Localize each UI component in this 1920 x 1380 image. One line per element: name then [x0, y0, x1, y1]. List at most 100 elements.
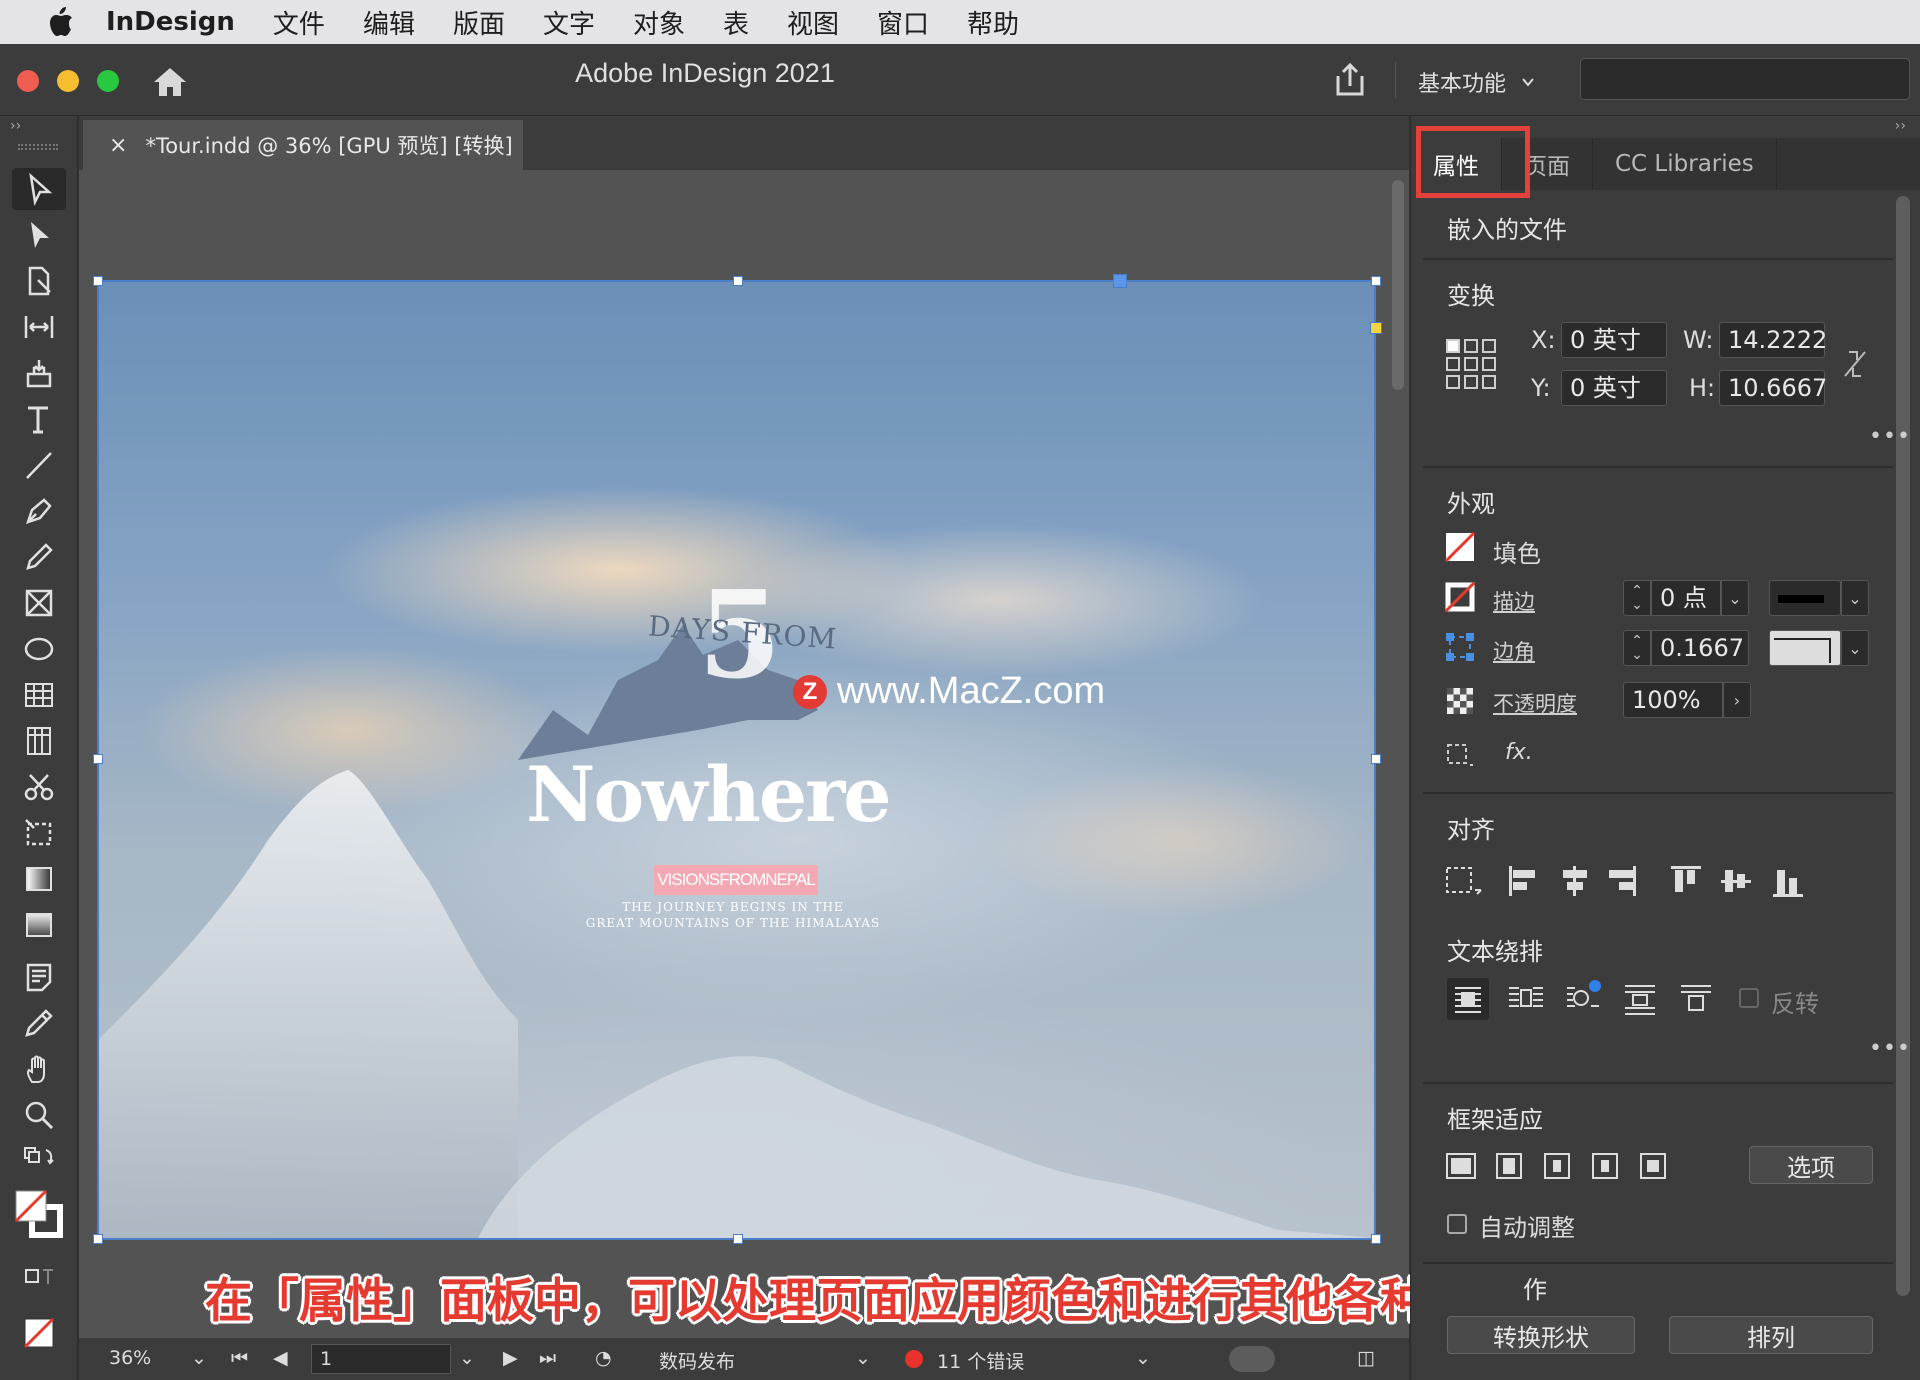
grid-tool[interactable]: [12, 720, 66, 762]
no-text-wrap-button[interactable]: [1447, 978, 1489, 1020]
width-field[interactable]: 14.2222: [1719, 322, 1827, 358]
direct-selection-tool[interactable]: [12, 214, 66, 256]
fit-content-proportionally-icon[interactable]: [1495, 1146, 1529, 1186]
tab-cc-libraries[interactable]: CC Libraries: [1593, 138, 1777, 190]
menu-window[interactable]: 窗口: [877, 4, 929, 41]
view-mode-none[interactable]: [12, 1312, 66, 1354]
content-grabber[interactable]: [1113, 274, 1127, 288]
reference-point-icon[interactable]: [1445, 338, 1499, 392]
document-tab[interactable]: × *Tour.indd @ 36% [GPU 预览] [转换]: [83, 120, 523, 170]
page-tool[interactable]: [12, 260, 66, 302]
corner-shape-field[interactable]: [1769, 630, 1841, 666]
next-page-icon[interactable]: ▶: [503, 1347, 518, 1369]
fx-effects-button[interactable]: fx.: [1505, 740, 1533, 765]
pen-tool[interactable]: [12, 490, 66, 532]
free-transform-tool[interactable]: [12, 812, 66, 854]
stroke-none-swatch-icon[interactable]: [1445, 582, 1475, 612]
first-page-icon[interactable]: ⏮: [231, 1347, 248, 1369]
handle-top-left[interactable]: [93, 276, 103, 286]
gradient-swatch-tool[interactable]: [12, 858, 66, 900]
invert-wrap-checkbox[interactable]: [1739, 988, 1759, 1008]
type-tool[interactable]: [12, 398, 66, 440]
rectangle-frame-tool[interactable]: [12, 582, 66, 624]
selection-tool[interactable]: [12, 168, 66, 210]
convert-shape-button[interactable]: 转换形状: [1447, 1316, 1635, 1354]
drop-shadow-icon[interactable]: [1445, 740, 1477, 770]
pencil-tool[interactable]: [12, 536, 66, 578]
x-position-field[interactable]: 0 英寸: [1561, 322, 1667, 358]
stroke-weight-stepper[interactable]: ⌃ ⌄: [1623, 580, 1651, 616]
align-to-selection-icon[interactable]: [1445, 860, 1489, 900]
opacity-slider-button[interactable]: ›: [1723, 682, 1751, 718]
table-tool[interactable]: [12, 674, 66, 716]
fit-content-to-frame-icon[interactable]: [1591, 1146, 1625, 1186]
corner-options-icon[interactable]: [1445, 632, 1475, 662]
collapse-panels-icon[interactable]: ››: [1895, 118, 1906, 134]
publish-dropdown-icon[interactable]: ⌄: [855, 1347, 871, 1369]
publish-label[interactable]: 数码发布: [659, 1347, 735, 1374]
handle-middle-left[interactable]: [93, 754, 103, 764]
menu-layout[interactable]: 版面: [453, 4, 505, 41]
workspace-switcher[interactable]: 基本功能: [1418, 66, 1536, 98]
ellipse-tool[interactable]: [12, 628, 66, 670]
height-field[interactable]: 10.6667: [1719, 370, 1827, 406]
preflight-errors[interactable]: 11 个错误: [937, 1347, 1024, 1374]
last-page-icon[interactable]: ⏭: [539, 1347, 556, 1369]
menu-edit[interactable]: 编辑: [363, 4, 415, 41]
document-page-image[interactable]: 5 DAYS FROM Nowhere VISIONSFROMNEPAL THE…: [98, 280, 1376, 1238]
align-horizontal-center-icon[interactable]: [1557, 860, 1593, 900]
errors-dropdown-icon[interactable]: ⌄: [1135, 1347, 1151, 1369]
auto-fit-checkbox[interactable]: [1447, 1214, 1467, 1234]
wrap-around-bounding-box-icon[interactable]: [1505, 978, 1547, 1020]
corner-size-stepper[interactable]: ⌃ ⌄: [1623, 630, 1651, 666]
hand-tool[interactable]: [12, 1048, 66, 1090]
stroke-weight-field[interactable]: 0 点: [1651, 580, 1721, 616]
menu-object[interactable]: 对象: [633, 4, 685, 41]
tab-properties[interactable]: 属性: [1411, 138, 1502, 190]
vertical-scrollbar[interactable]: [1392, 180, 1404, 390]
corner-shape-dropdown[interactable]: ⌄: [1841, 630, 1869, 666]
transform-more-options[interactable]: •••: [1869, 424, 1911, 449]
menu-app-name[interactable]: InDesign: [106, 7, 235, 37]
menu-type[interactable]: 文字: [543, 4, 595, 41]
default-colors-tool[interactable]: [12, 1138, 66, 1180]
stroke-type-field[interactable]: [1769, 580, 1841, 616]
text-wrap-more-options[interactable]: •••: [1869, 1036, 1911, 1061]
center-content-icon[interactable]: [1639, 1146, 1673, 1186]
opacity-label[interactable]: 不透明度: [1493, 688, 1577, 718]
menu-view[interactable]: 视图: [787, 4, 839, 41]
y-position-field[interactable]: 0 英寸: [1561, 370, 1667, 406]
panel-grip[interactable]: [18, 144, 58, 150]
live-corner-handle[interactable]: [1370, 322, 1382, 334]
zoom-dropdown-icon[interactable]: ⌄: [191, 1347, 207, 1369]
stroke-label[interactable]: 描边: [1493, 586, 1535, 616]
align-right-icon[interactable]: [1607, 860, 1643, 900]
page-dropdown-icon[interactable]: ⌄: [459, 1347, 475, 1369]
wrap-around-object-shape-icon[interactable]: [1561, 978, 1603, 1020]
opacity-field[interactable]: 100%: [1623, 682, 1723, 718]
align-top-icon[interactable]: [1667, 860, 1703, 900]
fill-stroke-swatch[interactable]: [12, 1182, 66, 1246]
previous-page-icon[interactable]: ◀: [273, 1347, 288, 1369]
corner-size-field[interactable]: 0.1667: [1651, 630, 1749, 666]
share-icon[interactable]: [1330, 60, 1370, 100]
fit-frame-to-content-icon[interactable]: [1543, 1146, 1577, 1186]
tab-pages[interactable]: 页面: [1502, 138, 1593, 190]
apple-icon[interactable]: [40, 0, 80, 44]
page-number-field[interactable]: 1: [311, 1344, 451, 1374]
menu-file[interactable]: 文件: [273, 4, 325, 41]
preflight-toggle[interactable]: [1229, 1346, 1275, 1372]
panel-scrollbar[interactable]: [1896, 196, 1910, 1296]
zoom-level[interactable]: 36%: [109, 1347, 151, 1369]
jump-to-next-column-icon[interactable]: [1675, 978, 1717, 1020]
eyedropper-tool[interactable]: [12, 1002, 66, 1044]
gap-tool[interactable]: [12, 306, 66, 348]
align-left-icon[interactable]: [1505, 860, 1541, 900]
collapse-tools-icon[interactable]: ››: [10, 118, 21, 134]
align-vertical-center-icon[interactable]: [1717, 860, 1753, 900]
align-bottom-icon[interactable]: [1769, 860, 1805, 900]
constrain-proportions-icon[interactable]: [1841, 348, 1869, 380]
content-collector-tool[interactable]: [12, 352, 66, 394]
handle-bottom-center[interactable]: [733, 1234, 743, 1244]
stroke-weight-dropdown[interactable]: ⌄: [1721, 580, 1749, 616]
